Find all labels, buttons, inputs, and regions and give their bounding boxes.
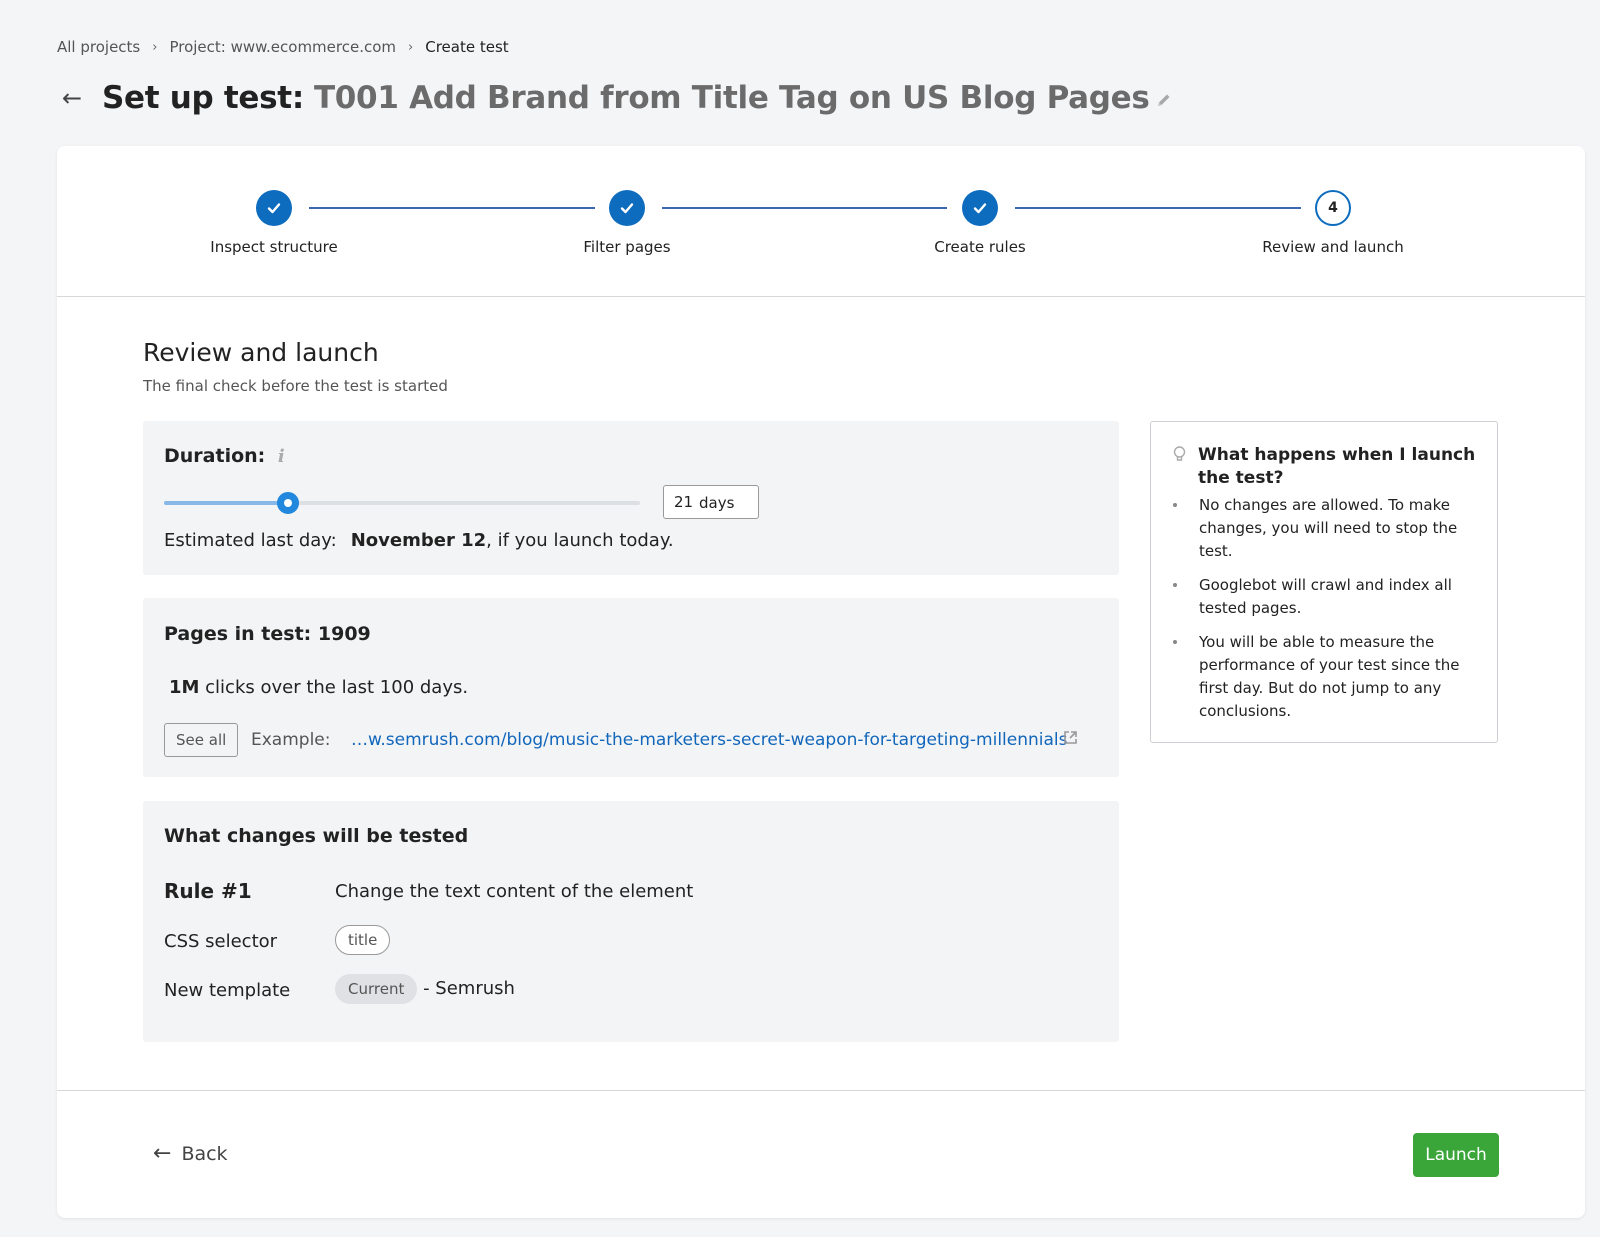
duration-days-input[interactable]: [663, 485, 759, 519]
list-item: You will be able to measure the performa…: [1171, 631, 1471, 723]
new-template-label: New template: [164, 980, 291, 1001]
info-icon[interactable]: i: [278, 446, 285, 467]
clicks-summary: 1M clicks over the last 100 days.: [169, 677, 468, 698]
estimate-suffix: , if you launch today.: [486, 530, 674, 551]
arrow-left-icon: ←: [153, 1141, 172, 1166]
step-label: Review and launch: [1262, 238, 1404, 256]
setup-card: Inspect structure Filter pages Create ru…: [57, 146, 1585, 1218]
changes-title: What changes will be tested: [164, 825, 469, 847]
back-arrow-icon[interactable]: ←: [62, 84, 102, 112]
breadcrumb-current: Create test: [425, 38, 509, 56]
template-current-chip: Current: [335, 974, 418, 1004]
back-button[interactable]: ← Back: [153, 1141, 228, 1166]
estimated-last-day: Estimated last day: November 12, if you l…: [164, 530, 674, 551]
breadcrumb-all-projects[interactable]: All projects: [57, 38, 140, 56]
rule-row: Rule #1 Change the text content of the e…: [164, 879, 693, 903]
clicks-value: 1M: [169, 677, 200, 698]
example-label: Example:: [251, 730, 331, 750]
check-icon: [609, 190, 645, 226]
footer: ← Back Launch: [57, 1090, 1585, 1219]
back-label: Back: [181, 1142, 228, 1165]
pencil-icon[interactable]: [1156, 92, 1172, 112]
duration-slider[interactable]: [164, 492, 640, 514]
page-title-prefix: Set up test:: [102, 80, 304, 116]
changes-panel: What changes will be tested Rule #1 Chan…: [143, 801, 1119, 1042]
page-title-row: ← Set up test: T001 Add Brand from Title…: [62, 80, 1172, 116]
see-all-button[interactable]: See all: [164, 723, 239, 757]
lightbulb-icon: [1173, 446, 1186, 467]
slider-fill: [164, 501, 288, 505]
check-icon: [256, 190, 292, 226]
launch-button[interactable]: Launch: [1413, 1133, 1499, 1177]
step-number-badge: 4: [1315, 190, 1351, 226]
estimate-date: November 12: [350, 530, 487, 551]
step-inspect-structure[interactable]: Inspect structure: [174, 190, 374, 256]
example-url-link[interactable]: …w.semrush.com/blog/music-the-marketers-…: [351, 730, 1068, 750]
breadcrumb: All projects › Project: www.ecommerce.co…: [57, 38, 509, 56]
external-link-icon[interactable]: [1063, 730, 1078, 749]
step-filter-pages[interactable]: Filter pages: [527, 190, 727, 256]
section-title: Review and launch: [143, 338, 379, 367]
check-icon: [962, 190, 998, 226]
css-selector-label: CSS selector: [164, 931, 278, 952]
rule-title: Rule #1: [164, 879, 252, 903]
new-template-row: New template Current - Semrush: [164, 974, 515, 1004]
duration-heading: Duration: i: [164, 445, 285, 467]
step-label: Inspect structure: [210, 238, 338, 256]
step-review-and-launch: 4 Review and launch: [1233, 190, 1433, 256]
section-subtitle: The final check before the test is start…: [143, 377, 448, 395]
template-suffix: - Semrush: [423, 978, 515, 999]
pages-panel: Pages in test: 1909 1M clicks over the l…: [143, 598, 1119, 777]
duration-title: Duration:: [164, 445, 266, 467]
rule-description: Change the text content of the element: [335, 881, 694, 902]
launch-info-box: What happens when I launch the test? No …: [1150, 421, 1498, 743]
chevron-right-icon: ›: [152, 39, 158, 55]
css-selector-chip: title: [335, 925, 391, 955]
step-label: Create rules: [934, 238, 1026, 256]
list-item: Googlebot will crawl and index all teste…: [1171, 574, 1471, 620]
info-box-list: No changes are allowed. To make changes,…: [1171, 494, 1471, 734]
stepper: Inspect structure Filter pages Create ru…: [57, 146, 1585, 297]
estimate-label: Estimated last day:: [164, 530, 337, 551]
test-name: T001 Add Brand from Title Tag on US Blog…: [313, 80, 1150, 116]
list-item: No changes are allowed. To make changes,…: [1171, 494, 1471, 563]
clicks-text: clicks over the last 100 days.: [199, 677, 469, 698]
info-box-title: What happens when I launch the test?: [1198, 445, 1476, 488]
css-selector-row: CSS selector title: [164, 925, 391, 955]
pages-title: Pages in test: 1909: [164, 623, 371, 645]
chevron-right-icon: ›: [408, 39, 414, 55]
duration-panel: Duration: i days Estimated last day:Nove…: [143, 421, 1119, 575]
slider-handle[interactable]: [276, 492, 299, 514]
step-create-rules[interactable]: Create rules: [880, 190, 1080, 256]
breadcrumb-project[interactable]: Project: www.ecommerce.com: [169, 38, 396, 56]
step-label: Filter pages: [583, 238, 671, 256]
